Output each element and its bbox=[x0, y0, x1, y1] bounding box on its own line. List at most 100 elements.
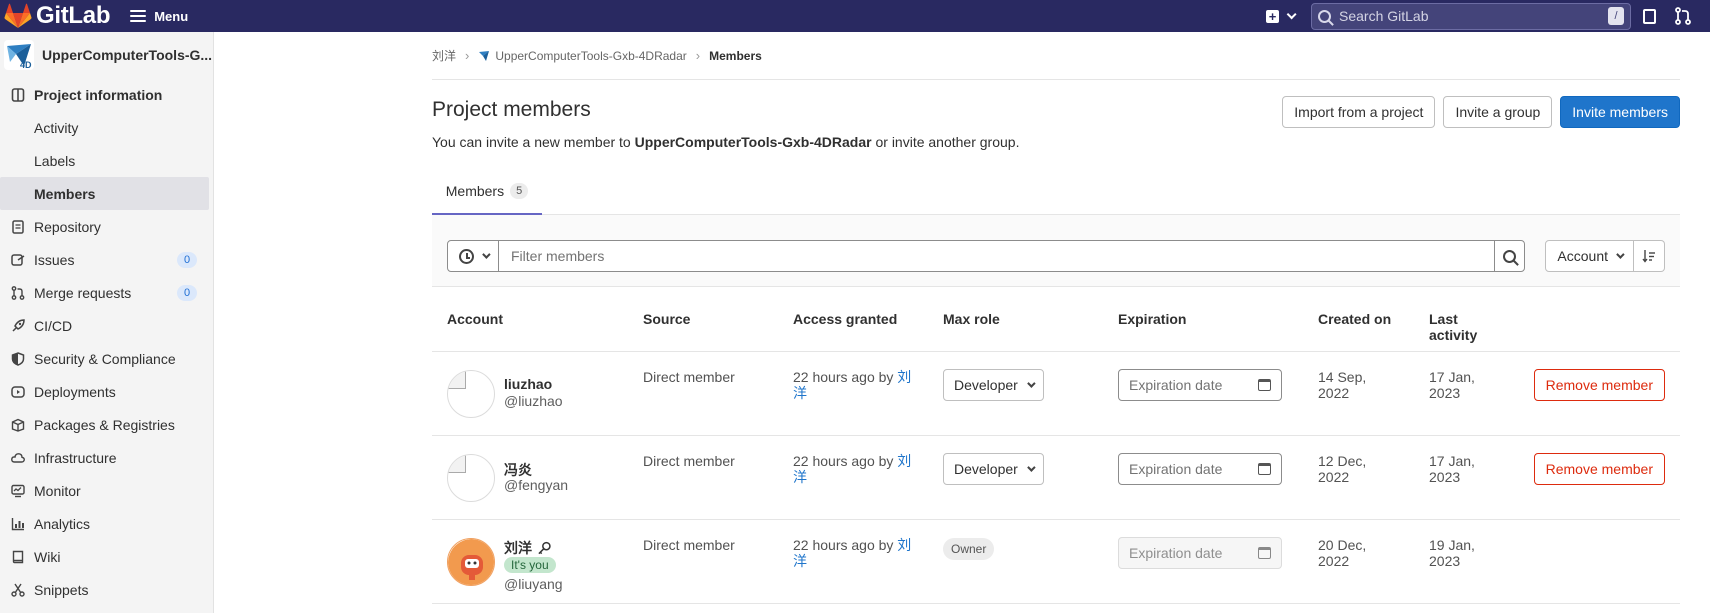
sort-direction-button[interactable] bbox=[1634, 240, 1665, 272]
chevron-down-icon bbox=[1026, 379, 1036, 388]
sidebar-item-packages-registries[interactable]: Packages & Registries bbox=[0, 408, 213, 441]
sidebar-item-project-information[interactable]: Project information bbox=[0, 78, 213, 111]
page-description: You can invite a new member to UpperComp… bbox=[432, 134, 1019, 150]
menu-button[interactable]: Menu bbox=[130, 9, 188, 24]
invite-members-button[interactable]: Invite members bbox=[1560, 96, 1680, 128]
avatar[interactable] bbox=[447, 454, 495, 502]
filtered-search-box bbox=[447, 240, 1525, 272]
issues-icon bbox=[10, 252, 26, 268]
expiration-date-input[interactable]: Expiration date bbox=[1118, 453, 1282, 485]
member-name[interactable]: 刘洋 bbox=[504, 538, 532, 558]
access-granted: 22 hours ago by 刘洋 bbox=[793, 537, 923, 569]
gitlab-logo[interactable]: GitLab bbox=[4, 0, 111, 32]
members-count-badge: 5 bbox=[510, 182, 529, 199]
sort-by-dropdown[interactable]: Account bbox=[1545, 240, 1634, 272]
merge-request-nav-icon[interactable] bbox=[1674, 7, 1692, 25]
book-icon bbox=[10, 549, 26, 565]
rocket-icon bbox=[10, 318, 26, 334]
merge-request-icon bbox=[10, 285, 26, 301]
sidebar-item-label: Security & Compliance bbox=[34, 350, 176, 367]
member-name[interactable]: liuzhao bbox=[504, 376, 552, 392]
hamburger-icon bbox=[130, 10, 147, 22]
sidebar-item-monitor[interactable]: Monitor bbox=[0, 474, 213, 507]
column-header-source: Source bbox=[643, 311, 691, 327]
expiration-placeholder: Expiration date bbox=[1129, 461, 1223, 477]
role-dropdown[interactable]: Developer bbox=[943, 453, 1044, 485]
page-title: Project members bbox=[432, 98, 591, 121]
user-avatar-image bbox=[448, 539, 494, 585]
sidebar-item-members[interactable]: Members bbox=[0, 177, 209, 210]
description-suffix: or invite another group. bbox=[871, 134, 1020, 150]
filter-search-button[interactable] bbox=[1494, 241, 1524, 271]
access-granted-time: 22 hours ago by bbox=[793, 537, 898, 553]
column-header-last-activity: Last activity bbox=[1429, 311, 1478, 343]
recent-searches-button[interactable] bbox=[448, 241, 499, 271]
search-bar[interactable]: Search GitLab / bbox=[1311, 2, 1631, 30]
chevron-down-icon bbox=[481, 250, 491, 259]
deployments-icon bbox=[10, 384, 26, 400]
sidebar-item-infrastructure[interactable]: Infrastructure bbox=[0, 441, 213, 474]
column-header-created-on: Created on bbox=[1318, 311, 1392, 327]
new-dropdown-button[interactable]: + bbox=[1266, 8, 1297, 23]
menu-label: Menu bbox=[154, 8, 189, 24]
monitor-icon bbox=[10, 483, 26, 499]
project-sidebar: 4D UpperComputerTools-G... Project infor… bbox=[0, 32, 214, 613]
created-on: 12 Dec, 2022 bbox=[1318, 453, 1367, 485]
issues-nav-icon[interactable] bbox=[1643, 8, 1656, 24]
search-icon bbox=[1318, 9, 1331, 23]
sidebar-item-analytics[interactable]: Analytics bbox=[0, 507, 213, 540]
sidebar-item-issues[interactable]: Issues 0 bbox=[0, 243, 213, 276]
sidebar-item-security-compliance[interactable]: Security & Compliance bbox=[0, 342, 213, 375]
sidebar-item-label: Project information bbox=[34, 86, 163, 103]
description-prefix: You can invite a new member to bbox=[432, 134, 635, 150]
avatar[interactable] bbox=[447, 370, 495, 418]
broken-image-icon bbox=[448, 455, 466, 473]
top-navbar: GitLab Menu + Search GitLab / bbox=[0, 0, 1710, 32]
breadcrumb-current[interactable]: Members bbox=[709, 49, 762, 63]
role-badge: Owner bbox=[943, 538, 995, 560]
member-source: Direct member bbox=[643, 537, 735, 553]
breadcrumb-project[interactable]: UpperComputerTools-Gxb-4DRadar bbox=[495, 49, 686, 63]
sidebar-item-deployments[interactable]: Deployments bbox=[0, 375, 213, 408]
its-you-badge: It's you bbox=[504, 557, 556, 573]
access-granted: 22 hours ago by 刘洋 bbox=[793, 453, 923, 485]
tab-members[interactable]: Members 5 bbox=[432, 168, 542, 215]
sidebar-item-snippets[interactable]: Snippets bbox=[0, 573, 213, 606]
issues-count-badge: 0 bbox=[177, 252, 197, 268]
avatar[interactable] bbox=[447, 538, 495, 586]
last-activity: 17 Jan, 2023 bbox=[1429, 453, 1475, 485]
page-header: Project members You can invite a new mem… bbox=[432, 80, 1680, 168]
sidebar-item-repository[interactable]: Repository bbox=[0, 210, 213, 243]
table-header: Account Source Access granted Max role E… bbox=[432, 287, 1680, 352]
history-icon bbox=[458, 248, 474, 264]
breadcrumb-owner[interactable]: 刘洋 bbox=[432, 47, 456, 64]
last-activity: 19 Jan, 2023 bbox=[1429, 537, 1475, 569]
brand-name: GitLab bbox=[36, 2, 111, 29]
role-dropdown[interactable]: Developer bbox=[943, 369, 1044, 401]
role-label: Developer bbox=[954, 461, 1018, 477]
table-row: liuzhao @liuzhao Direct member 22 hours … bbox=[432, 352, 1680, 436]
sidebar-project-header[interactable]: 4D UpperComputerTools-G... bbox=[0, 32, 213, 78]
sidebar-item-merge-requests[interactable]: Merge requests 0 bbox=[0, 276, 213, 309]
import-from-project-button[interactable]: Import from a project bbox=[1282, 96, 1436, 128]
project-avatar: 4D bbox=[4, 40, 34, 70]
sidebar-item-label: Repository bbox=[34, 218, 101, 235]
chevron-down-icon bbox=[1286, 8, 1297, 19]
sidebar-item-activity[interactable]: Activity bbox=[0, 111, 213, 144]
remove-member-button[interactable]: Remove member bbox=[1533, 369, 1665, 401]
filter-members-input[interactable] bbox=[499, 241, 1494, 271]
sidebar-item-wiki[interactable]: Wiki bbox=[0, 540, 213, 573]
created-on: 20 Dec, 2022 bbox=[1318, 537, 1367, 569]
chevron-down-icon bbox=[1026, 463, 1036, 472]
search-icon bbox=[1503, 249, 1516, 263]
merge-requests-count-badge: 0 bbox=[177, 285, 197, 301]
chevron-down-icon bbox=[1616, 250, 1625, 259]
remove-member-button[interactable]: Remove member bbox=[1533, 453, 1665, 485]
expiration-date-input[interactable]: Expiration date bbox=[1118, 369, 1282, 401]
sidebar-item-ci-cd[interactable]: CI/CD bbox=[0, 309, 213, 342]
sidebar-item-labels[interactable]: Labels bbox=[0, 144, 213, 177]
sort-label: Account bbox=[1557, 248, 1608, 264]
sort-lowest-icon bbox=[1642, 250, 1655, 263]
project-name: UpperComputerTools-G... bbox=[42, 47, 213, 63]
invite-group-button[interactable]: Invite a group bbox=[1443, 96, 1553, 128]
